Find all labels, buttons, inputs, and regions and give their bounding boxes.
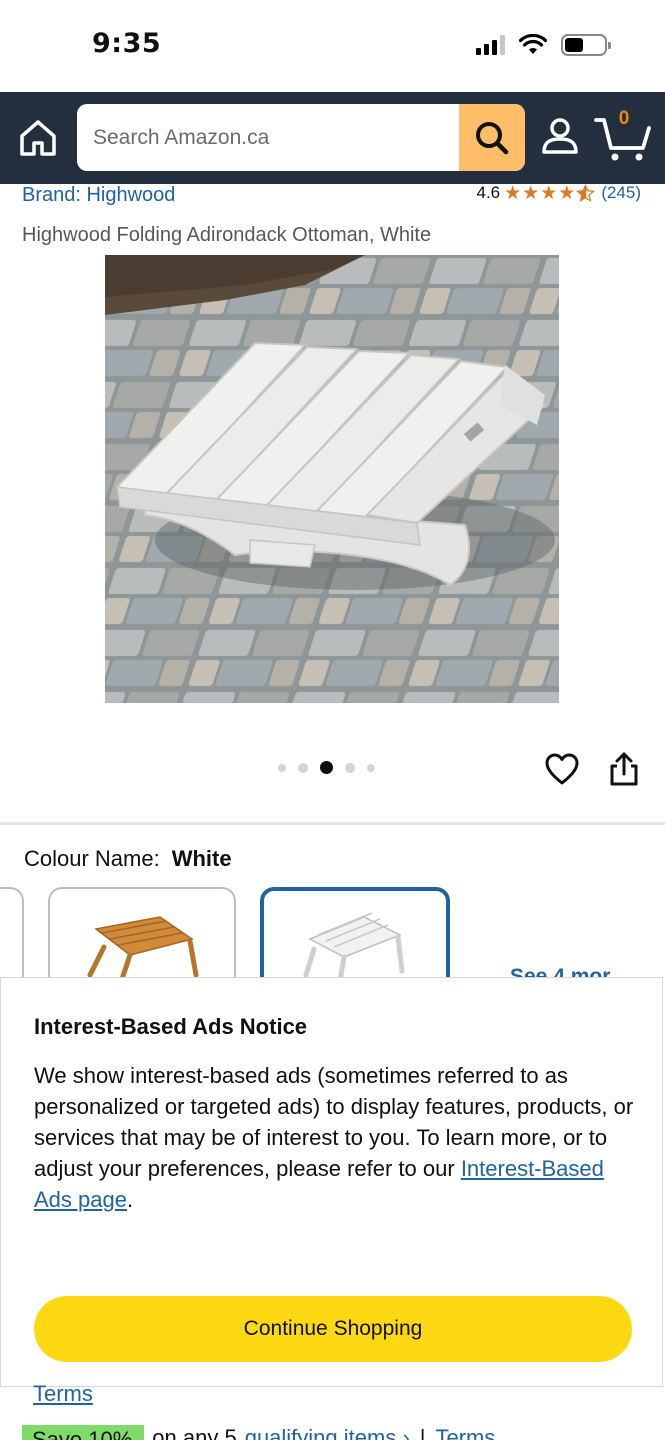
site-header: 0 — [0, 92, 665, 184]
promo-separator: | — [419, 1425, 426, 1440]
search-button[interactable] — [459, 104, 525, 171]
status-time: 9:35 — [92, 28, 162, 59]
search-bar — [77, 104, 525, 171]
carousel-dot[interactable] — [345, 762, 355, 773]
colour-selector-label: Colour Name: White — [24, 846, 232, 872]
product-rating[interactable]: 4.6 ★ ★ ★ ★ (245) — [476, 183, 641, 203]
terms-link[interactable]: Terms — [33, 1381, 93, 1407]
search-icon — [476, 121, 509, 154]
user-icon — [542, 118, 578, 154]
rating-count: (245) — [601, 183, 641, 202]
status-icons — [476, 34, 611, 56]
account-button[interactable] — [538, 114, 582, 158]
carousel-dot[interactable] — [367, 763, 375, 772]
cart-count-badge: 0 — [618, 108, 630, 129]
image-carousel-dots — [278, 761, 375, 774]
product-image[interactable] — [105, 255, 559, 703]
carousel-dot[interactable] — [278, 763, 286, 772]
section-divider — [0, 822, 665, 825]
continue-shopping-button[interactable]: Continue Shopping — [34, 1296, 632, 1362]
colour-selected-value: White — [171, 846, 232, 871]
carousel-dot-active[interactable] — [320, 761, 333, 774]
rating-stars: ★ ★ ★ ★ — [504, 182, 596, 204]
star-full-icon: ★ — [522, 182, 540, 204]
cellular-signal-icon — [476, 35, 505, 55]
ottoman-photo — [105, 255, 559, 703]
modal-body-end: . — [126, 1187, 134, 1212]
search-input[interactable] — [77, 104, 459, 171]
status-bar: 9:35 — [0, 0, 665, 92]
promo-terms-link[interactable]: Terms — [436, 1425, 496, 1440]
colour-label: Colour Name: — [24, 846, 160, 871]
star-half-icon — [576, 183, 596, 202]
brand-link[interactable]: Brand: Highwood — [22, 184, 175, 207]
interest-based-ads-modal: Interest-Based Ads Notice We show intere… — [0, 977, 663, 1387]
home-button[interactable] — [16, 116, 60, 160]
modal-body: We show interest-based ads (sometimes re… — [34, 1060, 634, 1215]
share-icon — [610, 752, 638, 786]
star-full-icon: ★ — [558, 182, 576, 204]
add-to-wishlist-button[interactable] — [544, 752, 580, 786]
qualifying-items-link[interactable]: qualifying items › — [245, 1425, 410, 1440]
save-badge: Save 10% — [22, 1425, 145, 1440]
rating-value: 4.6 — [476, 183, 501, 202]
star-full-icon: ★ — [504, 182, 522, 204]
promo-row: Save 10% on any 5 qualifying items › | T… — [22, 1425, 495, 1440]
star-full-icon: ★ — [540, 182, 558, 204]
wifi-icon — [519, 34, 547, 54]
product-title: Highwood Folding Adirondack Ottoman, Whi… — [22, 224, 432, 246]
cart-button[interactable]: 0 — [593, 108, 653, 164]
share-button[interactable] — [606, 750, 642, 788]
modal-title: Interest-Based Ads Notice — [34, 1014, 308, 1039]
battery-icon — [561, 34, 611, 56]
carousel-dot[interactable] — [298, 762, 308, 773]
heart-icon — [545, 753, 579, 785]
promo-text: on any 5 — [152, 1425, 237, 1440]
home-icon — [20, 120, 56, 156]
